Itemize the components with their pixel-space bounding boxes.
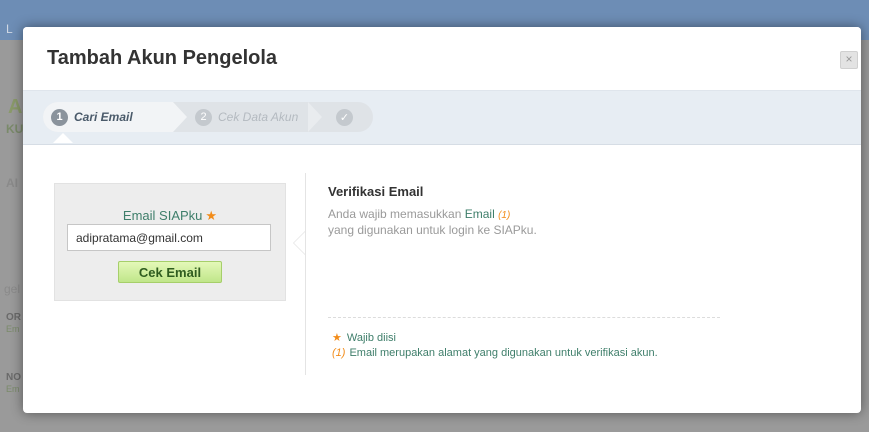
active-step-pointer [53, 133, 73, 143]
step-label: Cek Data Akun [218, 110, 299, 124]
email-search-form: Email SIAPku★ Cek Email [54, 183, 286, 301]
info-title: Verifikasi Email [328, 184, 424, 199]
legend-required: ★ Wajib diisi [332, 331, 396, 344]
email-label-text: Email SIAPku [122, 208, 203, 223]
modal-title: Tambah Akun Pengelola [47, 47, 278, 69]
note-reference: (1) [332, 347, 346, 359]
step-cari-email[interactable]: 1 Cari Email [43, 102, 173, 132]
step-number: 1 [51, 108, 68, 126]
cek-email-button[interactable]: Cek Email [118, 261, 222, 283]
background-text: OR [6, 312, 21, 323]
background-text: A [8, 96, 23, 118]
step-finish-check-icon[interactable]: ✓ [336, 109, 353, 126]
step-separator [173, 102, 187, 132]
wizard-steps: 1 Cari Email 2 Cek Data Akun ✓ [23, 90, 861, 145]
modal-header: Tambah Akun Pengelola × 1 Cari Email 2 C… [23, 27, 861, 145]
add-account-modal: Tambah Akun Pengelola × 1 Cari Email 2 C… [23, 27, 861, 413]
close-icon: × [845, 52, 853, 66]
check-icon: ✓ [339, 112, 350, 124]
legend-required-text: Wajib diisi [346, 332, 396, 344]
dashed-separator [328, 317, 720, 318]
vertical-divider [305, 173, 306, 375]
email-input[interactable] [67, 224, 271, 251]
background-text: gel [4, 282, 21, 296]
note-reference: (1) [498, 210, 511, 221]
background-text: KU [6, 122, 24, 136]
legend-note-text: Email merupakan alamat yang digunakan un… [349, 347, 658, 359]
background-text: Em [6, 324, 20, 334]
info-email-term: Email [464, 207, 495, 221]
legend-note: (1) Email merupakan alamat yang digunakan… [332, 347, 658, 359]
step-cek-data-akun[interactable]: 2 Cek Data Akun [195, 102, 298, 132]
required-star-icon: ★ [332, 332, 342, 344]
background-text: Em [6, 384, 20, 394]
divider-arrow-fill [294, 232, 305, 254]
step-label: Cari Email [74, 110, 133, 124]
info-description: Anda wajib memasukkan Email (1) yang dig… [328, 207, 548, 238]
background-text: NO [6, 372, 21, 383]
info-desc-suffix: yang digunakan untuk login ke SIAPku. [328, 223, 537, 237]
background-text: L [6, 22, 13, 36]
info-desc-prefix: Anda wajib memasukkan [328, 207, 465, 221]
step-number: 2 [195, 108, 212, 126]
background-text: AI [6, 176, 18, 190]
email-label: Email SIAPku ★ [55, 208, 285, 224]
close-button[interactable]: × [840, 51, 858, 69]
step-separator [308, 102, 322, 132]
required-star-icon: ★ [205, 208, 218, 223]
